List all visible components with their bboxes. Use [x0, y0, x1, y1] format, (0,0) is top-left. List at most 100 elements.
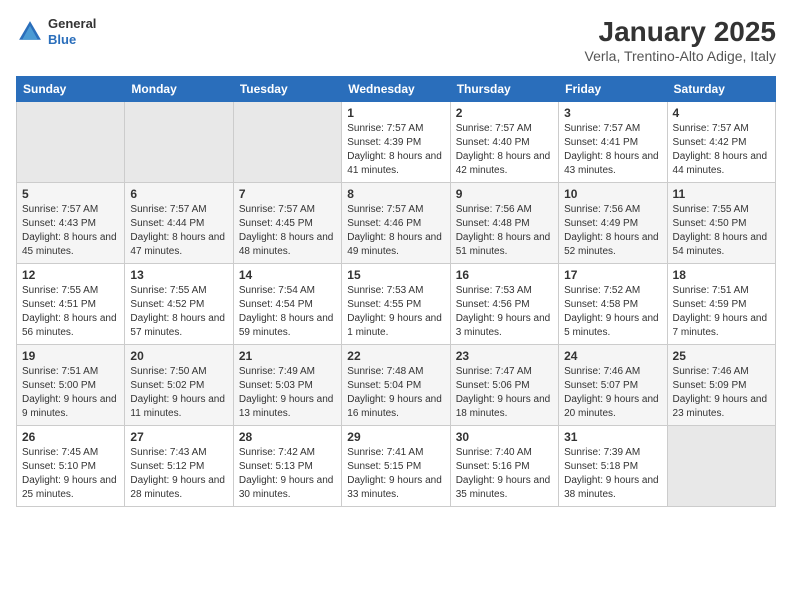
day-number: 16 [456, 268, 553, 282]
weekday-friday: Friday [559, 77, 667, 102]
calendar-table: SundayMondayTuesdayWednesdayThursdayFrid… [16, 76, 776, 507]
day-info: Sunrise: 7:57 AM Sunset: 4:45 PM Dayligh… [239, 203, 336, 259]
day-info: Sunrise: 7:57 AM Sunset: 4:44 PM Dayligh… [130, 203, 227, 259]
day-cell: 24 Sunrise: 7:46 AM Sunset: 5:07 PM Dayli… [559, 345, 667, 426]
day-cell: 1 Sunrise: 7:57 AM Sunset: 4:39 PM Daylig… [342, 102, 450, 183]
day-cell: 11 Sunrise: 7:55 AM Sunset: 4:50 PM Dayli… [667, 183, 775, 264]
day-number: 8 [347, 187, 444, 201]
day-info: Sunrise: 7:55 AM Sunset: 4:51 PM Dayligh… [22, 284, 119, 340]
weekday-monday: Monday [125, 77, 233, 102]
day-cell: 26 Sunrise: 7:45 AM Sunset: 5:10 PM Dayli… [17, 426, 125, 507]
day-info: Sunrise: 7:45 AM Sunset: 5:10 PM Dayligh… [22, 446, 119, 502]
weekday-saturday: Saturday [667, 77, 775, 102]
day-cell: 21 Sunrise: 7:49 AM Sunset: 5:03 PM Dayli… [233, 345, 341, 426]
logo-text: General Blue [48, 16, 96, 47]
day-info: Sunrise: 7:42 AM Sunset: 5:13 PM Dayligh… [239, 446, 336, 502]
logo: General Blue [16, 16, 96, 47]
day-number: 5 [22, 187, 119, 201]
day-cell: 6 Sunrise: 7:57 AM Sunset: 4:44 PM Daylig… [125, 183, 233, 264]
day-cell: 10 Sunrise: 7:56 AM Sunset: 4:49 PM Dayli… [559, 183, 667, 264]
day-cell: 13Sunrise: 7:55 AM Sunset: 4:52 PM Dayli… [125, 264, 233, 345]
day-info: Sunrise: 7:46 AM Sunset: 5:09 PM Dayligh… [673, 365, 770, 421]
day-number: 19 [22, 349, 119, 363]
day-info: Sunrise: 7:55 AM Sunset: 4:50 PM Dayligh… [673, 203, 770, 259]
day-cell: 23Sunrise: 7:47 AM Sunset: 5:06 PM Dayli… [450, 345, 558, 426]
week-row-4: 19Sunrise: 7:51 AM Sunset: 5:00 PM Dayli… [17, 345, 776, 426]
day-number: 21 [239, 349, 336, 363]
day-number: 25 [673, 349, 770, 363]
day-number: 3 [564, 106, 661, 120]
day-number: 31 [564, 430, 661, 444]
day-cell: 12 Sunrise: 7:55 AM Sunset: 4:51 PM Dayli… [17, 264, 125, 345]
day-cell: 9 Sunrise: 7:56 AM Sunset: 4:48 PM Daylig… [450, 183, 558, 264]
day-cell [17, 102, 125, 183]
day-cell: 16Sunrise: 7:53 AM Sunset: 4:56 PM Dayli… [450, 264, 558, 345]
day-cell: 29 Sunrise: 7:41 AM Sunset: 5:15 PM Dayli… [342, 426, 450, 507]
day-info: Sunrise: 7:57 AM Sunset: 4:41 PM Dayligh… [564, 122, 661, 178]
day-number: 24 [564, 349, 661, 363]
day-number: 11 [673, 187, 770, 201]
day-cell: 19Sunrise: 7:51 AM Sunset: 5:00 PM Dayli… [17, 345, 125, 426]
day-info: Sunrise: 7:43 AM Sunset: 5:12 PM Dayligh… [130, 446, 227, 502]
day-number: 29 [347, 430, 444, 444]
day-info: Sunrise: 7:55 AM Sunset: 4:52 PM Dayligh… [130, 284, 227, 340]
day-cell [233, 102, 341, 183]
page-header: General Blue January 2025 Verla, Trentin… [16, 16, 776, 64]
month-title: January 2025 [585, 16, 776, 48]
calendar-header: SundayMondayTuesdayWednesdayThursdayFrid… [17, 77, 776, 102]
day-info: Sunrise: 7:46 AM Sunset: 5:07 PM Dayligh… [564, 365, 661, 421]
location: Verla, Trentino-Alto Adige, Italy [585, 48, 776, 64]
day-info: Sunrise: 7:40 AM Sunset: 5:16 PM Dayligh… [456, 446, 553, 502]
day-info: Sunrise: 7:57 AM Sunset: 4:43 PM Dayligh… [22, 203, 119, 259]
day-info: Sunrise: 7:56 AM Sunset: 4:48 PM Dayligh… [456, 203, 553, 259]
week-row-5: 26 Sunrise: 7:45 AM Sunset: 5:10 PM Dayli… [17, 426, 776, 507]
day-info: Sunrise: 7:39 AM Sunset: 5:18 PM Dayligh… [564, 446, 661, 502]
day-info: Sunrise: 7:49 AM Sunset: 5:03 PM Dayligh… [239, 365, 336, 421]
day-cell: 8 Sunrise: 7:57 AM Sunset: 4:46 PM Daylig… [342, 183, 450, 264]
day-info: Sunrise: 7:57 AM Sunset: 4:40 PM Dayligh… [456, 122, 553, 178]
day-number: 6 [130, 187, 227, 201]
day-number: 26 [22, 430, 119, 444]
logo-blue: Blue [48, 32, 96, 48]
day-number: 2 [456, 106, 553, 120]
day-cell: 4Sunrise: 7:57 AM Sunset: 4:42 PM Daylig… [667, 102, 775, 183]
day-number: 14 [239, 268, 336, 282]
weekday-wednesday: Wednesday [342, 77, 450, 102]
day-cell [125, 102, 233, 183]
day-info: Sunrise: 7:54 AM Sunset: 4:54 PM Dayligh… [239, 284, 336, 340]
day-number: 4 [673, 106, 770, 120]
day-number: 12 [22, 268, 119, 282]
day-number: 7 [239, 187, 336, 201]
logo-general: General [48, 16, 96, 32]
day-number: 15 [347, 268, 444, 282]
day-cell: 3 Sunrise: 7:57 AM Sunset: 4:41 PM Daylig… [559, 102, 667, 183]
day-cell: 15 Sunrise: 7:53 AM Sunset: 4:55 PM Dayli… [342, 264, 450, 345]
day-number: 22 [347, 349, 444, 363]
day-number: 28 [239, 430, 336, 444]
day-cell: 31 Sunrise: 7:39 AM Sunset: 5:18 PM Dayli… [559, 426, 667, 507]
day-cell: 14 Sunrise: 7:54 AM Sunset: 4:54 PM Dayli… [233, 264, 341, 345]
day-info: Sunrise: 7:51 AM Sunset: 4:59 PM Dayligh… [673, 284, 770, 340]
weekday-header-row: SundayMondayTuesdayWednesdayThursdayFrid… [17, 77, 776, 102]
day-info: Sunrise: 7:48 AM Sunset: 5:04 PM Dayligh… [347, 365, 444, 421]
day-info: Sunrise: 7:52 AM Sunset: 4:58 PM Dayligh… [564, 284, 661, 340]
logo-icon [16, 18, 44, 46]
day-info: Sunrise: 7:47 AM Sunset: 5:06 PM Dayligh… [456, 365, 553, 421]
day-number: 20 [130, 349, 227, 363]
day-info: Sunrise: 7:41 AM Sunset: 5:15 PM Dayligh… [347, 446, 444, 502]
day-number: 27 [130, 430, 227, 444]
day-info: Sunrise: 7:56 AM Sunset: 4:49 PM Dayligh… [564, 203, 661, 259]
weekday-sunday: Sunday [17, 77, 125, 102]
day-cell: 28 Sunrise: 7:42 AM Sunset: 5:13 PM Dayli… [233, 426, 341, 507]
day-number: 9 [456, 187, 553, 201]
day-cell: 5 Sunrise: 7:57 AM Sunset: 4:43 PM Daylig… [17, 183, 125, 264]
week-row-1: 1 Sunrise: 7:57 AM Sunset: 4:39 PM Daylig… [17, 102, 776, 183]
day-cell: 22 Sunrise: 7:48 AM Sunset: 5:04 PM Dayli… [342, 345, 450, 426]
weekday-thursday: Thursday [450, 77, 558, 102]
title-block: January 2025 Verla, Trentino-Alto Adige,… [585, 16, 776, 64]
day-info: Sunrise: 7:57 AM Sunset: 4:46 PM Dayligh… [347, 203, 444, 259]
day-info: Sunrise: 7:57 AM Sunset: 4:39 PM Dayligh… [347, 122, 444, 178]
day-number: 1 [347, 106, 444, 120]
day-number: 10 [564, 187, 661, 201]
day-info: Sunrise: 7:53 AM Sunset: 4:55 PM Dayligh… [347, 284, 444, 340]
